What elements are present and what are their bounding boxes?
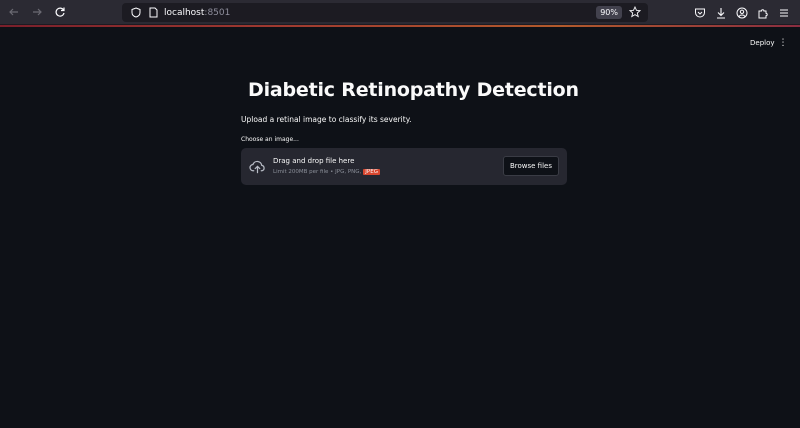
toolbar-actions — [692, 3, 792, 22]
shield-icon[interactable] — [130, 7, 142, 19]
reload-icon[interactable] — [51, 3, 69, 21]
deploy-button[interactable]: Deploy — [745, 36, 780, 50]
jpeg-type-tag: JPEG — [363, 169, 380, 175]
extensions-icon[interactable] — [755, 5, 771, 21]
account-icon[interactable] — [734, 5, 750, 21]
limits-text: Limit 200MB per file • JPG, PNG, — [273, 169, 362, 175]
main-content: Diabetic Retinopathy Detection Upload a … — [241, 77, 579, 185]
dropzone-limits: Limit 200MB per file • JPG, PNG, JPEG — [273, 169, 380, 175]
streamlit-app: Deploy ⋮ Diabetic Retinopathy Detection … — [0, 27, 800, 428]
cloud-upload-icon — [249, 160, 265, 174]
title-row: Diabetic Retinopathy Detection — [241, 77, 579, 103]
bookmark-star-icon[interactable] — [628, 5, 642, 19]
forward-icon[interactable] — [28, 3, 46, 21]
page-icon[interactable] — [147, 7, 159, 19]
back-icon[interactable] — [5, 3, 23, 21]
download-icon[interactable] — [713, 5, 729, 21]
page-title: Diabetic Retinopathy Detection — [248, 79, 579, 101]
uploader-label: Choose an image... — [241, 136, 299, 143]
url-host: localhost — [164, 7, 205, 18]
url-bar[interactable]: localhost:8501 90% — [122, 3, 648, 22]
hamburger-menu-icon[interactable] — [776, 5, 792, 21]
browser-toolbar: localhost:8501 90% — [0, 0, 800, 25]
page-subtitle: Upload a retinal image to classify its s… — [241, 115, 412, 124]
main-menu-icon[interactable]: ⋮ — [778, 36, 788, 50]
dropzone-instructions: Drag and drop file here — [273, 157, 355, 165]
url-port: :8501 — [204, 7, 231, 18]
file-dropzone[interactable]: Drag and drop file here Limit 200MB per … — [241, 148, 567, 185]
browse-files-button[interactable]: Browse files — [502, 156, 559, 176]
pocket-icon[interactable] — [692, 5, 708, 21]
zoom-level-badge[interactable]: 90% — [596, 6, 622, 19]
